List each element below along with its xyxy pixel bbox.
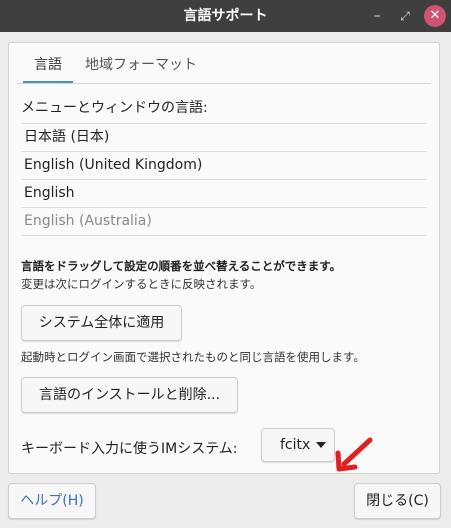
dropdown-arrow-icon [316, 442, 326, 448]
language-item[interactable]: English [21, 180, 427, 208]
annotation-arrow-icon [335, 437, 373, 472]
system-language-hint: 起動時とログイン画面で選択されたものと同じ言語を使用します。 [21, 350, 365, 364]
help-button[interactable]: ヘルプ(H) [8, 483, 96, 519]
keyboard-input-label: キーボード入力に使うIMシステム: [21, 441, 238, 457]
language-item[interactable]: English (United Kingdom) [21, 152, 427, 180]
apply-system-wide-button[interactable]: システム全体に適用 [21, 305, 182, 341]
close-button[interactable]: 閉じる(C) [354, 483, 441, 519]
language-list: 日本語 (日本) English (United Kingdom) Englis… [21, 123, 427, 236]
language-list-heading: メニューとウィンドウの言語: [21, 100, 208, 116]
im-system-value: fcitx [280, 437, 311, 453]
title-bar: 言語サポート – ⤢ ✕ [0, 0, 451, 32]
language-item[interactable]: English (Australia) [21, 208, 427, 236]
im-system-dropdown[interactable]: fcitx [261, 428, 335, 462]
install-remove-languages-button[interactable]: 言語のインストールと削除... [21, 377, 238, 413]
language-panel: 言語 地域フォーマット メニューとウィンドウの言語: 日本語 (日本) Engl… [8, 42, 440, 474]
maximize-button[interactable]: ⤢ [394, 0, 416, 32]
tab-language[interactable]: 言語 [23, 51, 73, 83]
close-window-button[interactable]: ✕ [424, 5, 446, 27]
tab-regional-formats[interactable]: 地域フォーマット [85, 51, 197, 81]
drag-hint: 言語をドラッグして設定の順番を並べ替えることができます。 [21, 259, 342, 273]
tab-bar: 言語 地域フォーマット [17, 51, 431, 84]
relogin-hint: 変更は次にログインするときに反映されます。 [21, 277, 262, 291]
language-item[interactable]: 日本語 (日本) [21, 124, 427, 152]
minimize-button[interactable]: – [366, 0, 388, 32]
